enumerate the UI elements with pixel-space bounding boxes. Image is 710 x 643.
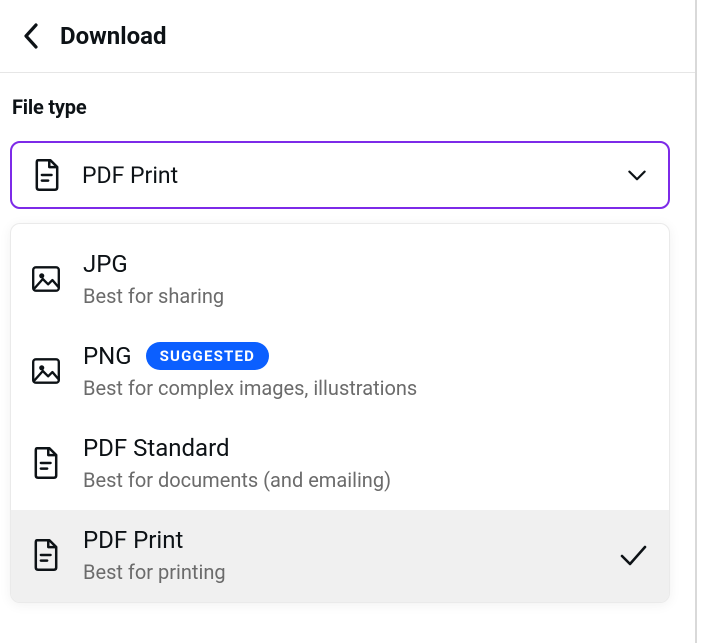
file-type-select[interactable]: PDF Print <box>10 141 670 209</box>
file-type-option[interactable]: PDF Print Best for printing <box>11 510 669 602</box>
option-title: PDF Standard <box>83 434 230 462</box>
image-icon <box>29 354 63 388</box>
option-description: Best for sharing <box>83 284 649 308</box>
file-type-dropdown: JPG Best for sharing PNG SUGGESTED Best for … <box>10 223 670 603</box>
option-description: Best for documents (and emailing) <box>83 468 649 492</box>
file-type-option[interactable]: PNG SUGGESTED Best for complex images, ill… <box>11 326 669 418</box>
check-icon <box>617 539 649 571</box>
option-body: JPG Best for sharing <box>83 250 649 308</box>
file-type-option[interactable]: JPG Best for sharing <box>11 234 669 326</box>
option-title: PNG <box>83 342 132 370</box>
option-body: PDF Standard Best for documents (and emai… <box>83 434 649 492</box>
download-panel: Download File type PDF Print JPGBes <box>0 0 697 643</box>
panel-content: File type PDF Print JPG Best for sharing P… <box>0 73 695 603</box>
suggested-badge: SUGGESTED <box>146 342 270 370</box>
file-type-label: File type <box>10 95 685 119</box>
chevron-left-icon <box>23 22 41 50</box>
option-body: PDF Print Best for printing <box>83 526 617 584</box>
panel-title: Download <box>60 22 166 50</box>
panel-header: Download <box>0 0 695 73</box>
back-button[interactable] <box>14 18 50 54</box>
chevron-down-icon <box>626 164 648 186</box>
option-title: PDF Print <box>83 526 183 554</box>
option-description: Best for printing <box>83 560 617 584</box>
option-body: PNG SUGGESTED Best for complex images, ill… <box>83 342 649 400</box>
file-type-option[interactable]: PDF Standard Best for documents (and emai… <box>11 418 669 510</box>
document-icon <box>29 446 63 480</box>
document-icon <box>30 158 64 192</box>
document-icon <box>29 538 63 572</box>
file-type-selected-value: PDF Print <box>82 162 626 189</box>
image-icon <box>29 262 63 296</box>
option-title: JPG <box>83 250 128 278</box>
option-description: Best for complex images, illustrations <box>83 376 649 400</box>
